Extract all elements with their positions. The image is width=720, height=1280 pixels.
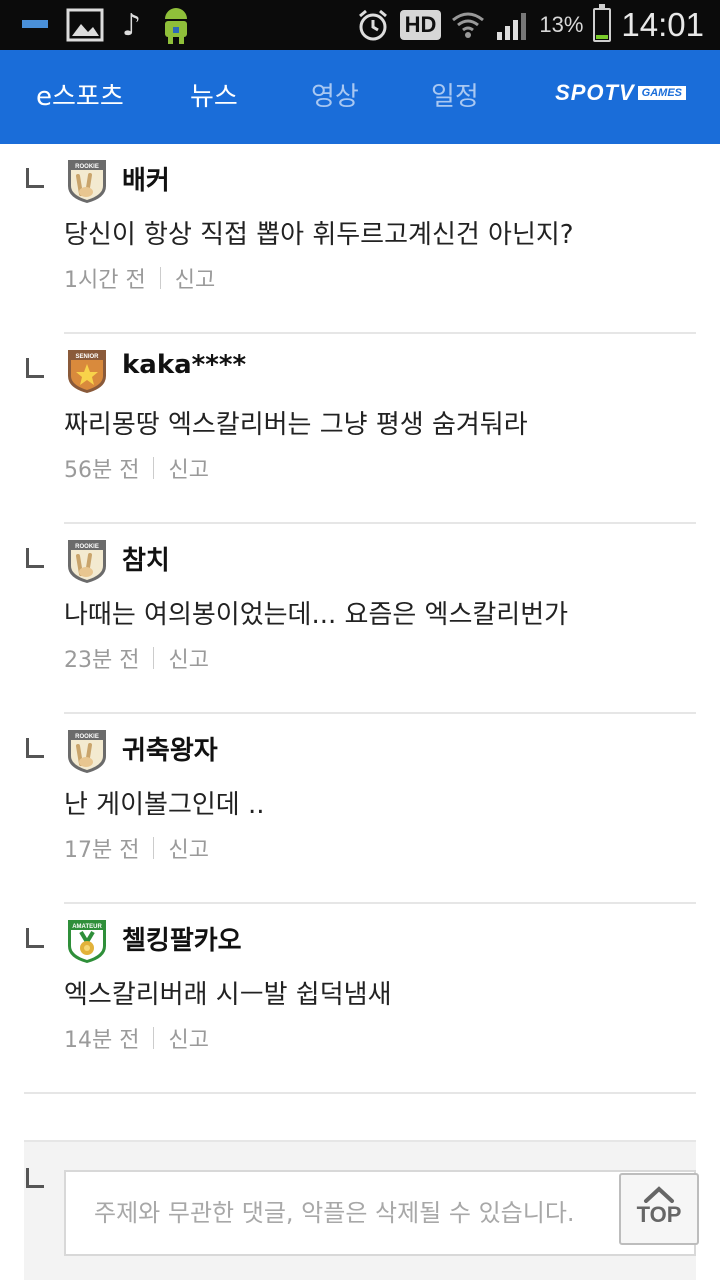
alarm-icon bbox=[358, 9, 387, 41]
comment-text: 난 게이볼그인데 .. bbox=[64, 790, 265, 820]
comment-item: AMATEUR 첼킹팔카오 엑스칼리버래 시ㅡ발 쉽덕냄새 14분 전 신고 bbox=[0, 904, 720, 1094]
comment-time: 14분 전 bbox=[64, 1028, 140, 1053]
divider bbox=[24, 1092, 696, 1094]
report-button[interactable]: 신고 bbox=[168, 832, 208, 864]
comment-author[interactable]: 배커 bbox=[122, 160, 170, 197]
meta-separator bbox=[153, 837, 155, 859]
reply-arrow-icon bbox=[26, 548, 44, 568]
reply-arrow-icon bbox=[26, 928, 44, 948]
tab-esports[interactable]: e스포츠 bbox=[36, 50, 124, 144]
meta-separator bbox=[153, 457, 155, 479]
svg-text:ROOKIE: ROOKIE bbox=[75, 544, 99, 550]
comment-item: ROOKIE 참치 나때는 여의봉이었는데... 요즘은 엑스칼리번가 23분 … bbox=[0, 524, 720, 714]
tab-news[interactable]: 뉴스 bbox=[190, 50, 238, 144]
top-label: TOP bbox=[636, 1202, 682, 1227]
svg-text:ROOKIE: ROOKIE bbox=[75, 164, 99, 170]
comment-text: 당신이 항상 직접 뽑아 휘두르고계신건 아닌지? bbox=[64, 220, 574, 250]
notification-icons: ♪ bbox=[22, 6, 193, 44]
tab-schedule[interactable]: 일정 bbox=[431, 50, 479, 144]
svg-text:ROOKIE: ROOKIE bbox=[75, 734, 99, 740]
status-bar: ♪ HD 13% 14:01 bbox=[0, 0, 720, 50]
rookie-badge-icon: ROOKIE bbox=[68, 730, 106, 773]
reply-arrow-icon bbox=[26, 168, 44, 188]
comment-time: 17분 전 bbox=[64, 838, 140, 863]
system-icons: HD 13% 14:01 bbox=[356, 4, 704, 46]
comment-author[interactable]: kaka**** bbox=[122, 350, 246, 380]
battery-level bbox=[596, 35, 609, 39]
amateur-badge-icon: AMATEUR bbox=[68, 920, 106, 963]
wifi-icon bbox=[452, 12, 485, 38]
music-note-icon: ♪ bbox=[122, 7, 142, 43]
top-nav: e스포츠 뉴스 영상 일정 SPOTV GAMES bbox=[0, 50, 720, 144]
report-button[interactable]: 신고 bbox=[168, 452, 208, 484]
rookie-badge-icon: ROOKIE bbox=[68, 540, 106, 583]
comment-text: 엑스칼리버래 시ㅡ발 쉽덕냄새 bbox=[64, 980, 392, 1010]
battery-icon bbox=[593, 4, 612, 42]
comment-author[interactable]: 첼킹팔카오 bbox=[122, 920, 242, 957]
comment-item: ROOKIE 귀축왕자 난 게이볼그인데 .. 17분 전 신고 bbox=[0, 714, 720, 904]
comment-input[interactable]: 주제와 무관한 댓글, 악플은 삭제될 수 있습니다. bbox=[64, 1170, 696, 1256]
signal-icon bbox=[497, 13, 527, 40]
chevron-up-icon bbox=[644, 1186, 674, 1203]
meta-separator bbox=[159, 267, 161, 289]
spotv-games-logo[interactable]: SPOTV GAMES bbox=[555, 80, 686, 106]
clock: 14:01 bbox=[621, 6, 704, 43]
comment-time: 23분 전 bbox=[64, 648, 140, 673]
reply-arrow-icon bbox=[26, 1168, 44, 1188]
comment-text: 짜리몽땅 엑스칼리버는 그냥 평생 숨겨둬라 bbox=[64, 410, 528, 440]
android-icon bbox=[165, 8, 188, 44]
image-icon bbox=[66, 8, 104, 42]
svg-text:SENIOR: SENIOR bbox=[75, 354, 99, 360]
meta-separator bbox=[153, 647, 155, 669]
brand-sub: GAMES bbox=[637, 86, 686, 100]
svg-text:AMATEUR: AMATEUR bbox=[72, 924, 102, 930]
comment-author[interactable]: 참치 bbox=[122, 540, 170, 577]
scroll-top-button[interactable]: TOP bbox=[619, 1173, 699, 1245]
rookie-badge-icon: ROOKIE bbox=[68, 160, 106, 203]
comment-meta: 1시간 전 신고 bbox=[64, 262, 215, 294]
comment-meta: 14분 전 신고 bbox=[64, 1022, 209, 1054]
comment-text: 나때는 여의봉이었는데... 요즘은 엑스칼리번가 bbox=[64, 600, 569, 630]
comment-meta: 17분 전 신고 bbox=[64, 832, 209, 864]
reply-arrow-icon bbox=[26, 738, 44, 758]
comment-time: 56분 전 bbox=[64, 458, 140, 483]
comment-item: ROOKIE 배커 당신이 항상 직접 뽑아 휘두르고계신건 아닌지? 1시간 … bbox=[0, 144, 720, 334]
report-button[interactable]: 신고 bbox=[168, 1022, 208, 1054]
senior-badge-icon: SENIOR bbox=[68, 350, 106, 393]
comment-author[interactable]: 귀축왕자 bbox=[122, 730, 218, 767]
report-button[interactable]: 신고 bbox=[175, 262, 215, 294]
comment-meta: 23분 전 신고 bbox=[64, 642, 209, 674]
battery-percent: 13% bbox=[539, 12, 584, 37]
reply-arrow-icon bbox=[26, 358, 44, 378]
comment-time: 1시간 전 bbox=[64, 268, 146, 293]
comment-item: SENIOR kaka**** 짜리몽땅 엑스칼리버는 그냥 평생 숨겨둬라 5… bbox=[0, 334, 720, 524]
brand-main: SPOTV bbox=[555, 80, 635, 105]
meta-separator bbox=[153, 1027, 155, 1049]
report-button[interactable]: 신고 bbox=[168, 642, 208, 674]
minus-icon bbox=[22, 20, 48, 28]
tab-video[interactable]: 영상 bbox=[311, 50, 359, 144]
hd-badge: HD bbox=[399, 10, 442, 40]
comment-meta: 56분 전 신고 bbox=[64, 452, 209, 484]
